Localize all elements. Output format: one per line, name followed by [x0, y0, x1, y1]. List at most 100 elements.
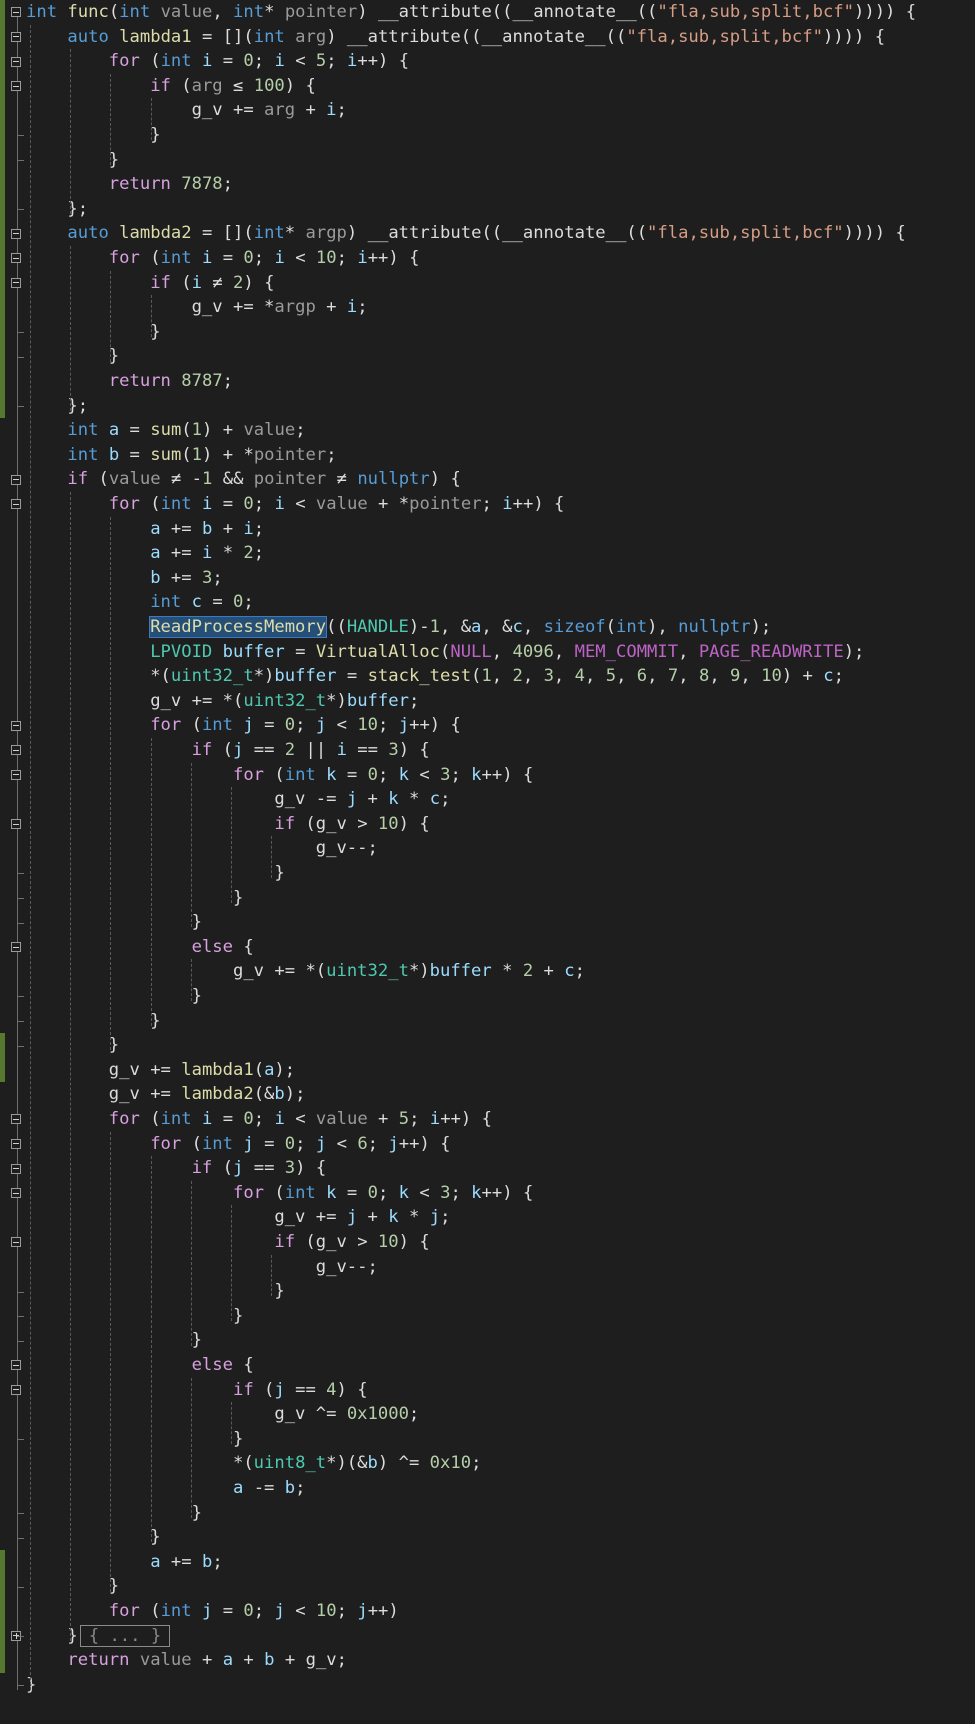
fold-block-end-tick	[17, 897, 24, 899]
code-editor[interactable]: int func(int value, int* pointer) __attr…	[0, 0, 975, 1724]
code-line[interactable]: }	[26, 344, 119, 369]
collapse-block-button[interactable]	[11, 31, 21, 42]
collapsed-block-placeholder[interactable]: { ... }	[79, 1624, 171, 1647]
code-line[interactable]: g_v ^= 0x1000;	[26, 1402, 419, 1427]
code-line[interactable]: g_v += j + k * j;	[26, 1205, 450, 1230]
code-line[interactable]: };	[26, 394, 88, 419]
code-line[interactable]: }{ ... }	[26, 1624, 171, 1649]
code-line[interactable]: }	[26, 910, 202, 935]
code-line[interactable]: a += i * 2;	[26, 541, 264, 566]
code-line[interactable]: g_v += lambda2(&b);	[26, 1082, 306, 1107]
code-line[interactable]: a -= b;	[26, 1476, 306, 1501]
code-line[interactable]: }	[26, 320, 160, 345]
code-line[interactable]: for (int i = 0; i < value + *pointer; i+…	[26, 492, 565, 517]
code-line[interactable]: a += b + i;	[26, 517, 264, 542]
code-line[interactable]: return value + a + b + g_v;	[26, 1648, 347, 1673]
code-line[interactable]: g_v += lambda1(a);	[26, 1058, 295, 1083]
code-line[interactable]: *(uint32_t*)buffer = stack_test(1, 2, 3,…	[26, 664, 844, 689]
fold-block-end-tick	[17, 873, 24, 875]
code-line[interactable]: int c = 0;	[26, 590, 254, 615]
collapse-block-button[interactable]	[11, 1360, 21, 1371]
code-line[interactable]: g_v--;	[26, 836, 378, 861]
collapse-block-button[interactable]	[11, 1384, 21, 1395]
collapse-block-button[interactable]	[11, 81, 21, 92]
code-line[interactable]: }	[26, 984, 202, 1009]
code-line[interactable]: }	[26, 1304, 243, 1329]
code-line[interactable]: g_v += *argp + i;	[26, 295, 368, 320]
code-line[interactable]: auto lambda2 = [](int* argp) __attribute…	[26, 221, 905, 246]
code-line[interactable]: if (g_v > 10) {	[26, 812, 429, 837]
code-line[interactable]: }	[26, 886, 243, 911]
code-line[interactable]: }	[26, 1009, 160, 1034]
code-line[interactable]: }	[26, 1574, 119, 1599]
fold-block-end-tick	[17, 996, 24, 998]
collapse-block-button[interactable]	[11, 720, 21, 731]
indent-guide	[190, 1180, 192, 1346]
code-line[interactable]: }	[26, 1525, 160, 1550]
collapse-block-button[interactable]	[11, 942, 21, 953]
code-line[interactable]: for (int i = 0; i < 5; i++) {	[26, 49, 409, 74]
code-line[interactable]: }	[26, 148, 119, 173]
code-line[interactable]: g_v += arg + i;	[26, 98, 347, 123]
collapse-block-button[interactable]	[11, 253, 21, 264]
code-line[interactable]: for (int j = 0; j < 10; j++)	[26, 1599, 399, 1624]
code-line[interactable]: LPVOID buffer = VirtualAlloc(NULL, 4096,…	[26, 640, 864, 665]
code-line[interactable]: a += b;	[26, 1550, 223, 1575]
code-line[interactable]: if (value ≠ -1 && pointer ≠ nullptr) {	[26, 467, 460, 492]
code-line[interactable]: }	[26, 1673, 36, 1698]
collapse-block-button[interactable]	[11, 1163, 21, 1174]
code-line[interactable]: if (j == 2 || i == 3) {	[26, 738, 430, 763]
collapse-block-button[interactable]	[11, 277, 21, 288]
fold-block-end-tick	[17, 1020, 24, 1022]
collapse-block-button[interactable]	[11, 1138, 21, 1149]
code-line[interactable]: int func(int value, int* pointer) __attr…	[26, 0, 916, 25]
code-line[interactable]: return 8787;	[26, 369, 233, 394]
code-line[interactable]: }	[26, 123, 160, 148]
collapse-block-button[interactable]	[11, 819, 21, 830]
code-line[interactable]: else {	[26, 935, 254, 960]
fold-block-end-tick	[17, 1316, 24, 1318]
highlighted-identifier[interactable]: ReadProcessMemory	[149, 616, 328, 638]
collapse-block-button[interactable]	[11, 769, 21, 780]
fold-block-end-tick	[17, 1512, 24, 1514]
collapse-block-button[interactable]	[11, 1237, 21, 1248]
code-line[interactable]: for (int j = 0; j < 10; j++) {	[26, 713, 461, 738]
code-line[interactable]: g_v -= j + k * c;	[26, 787, 450, 812]
code-line[interactable]: if (i ≠ 2) {	[26, 271, 274, 296]
code-line[interactable]: }	[26, 861, 284, 886]
indent-guide	[190, 762, 192, 928]
indent-guide	[190, 1377, 192, 1518]
fold-block-end-tick	[17, 209, 24, 211]
collapse-block-button[interactable]	[11, 474, 21, 485]
code-line[interactable]: }	[26, 1033, 119, 1058]
code-line[interactable]: b += 3;	[26, 566, 223, 591]
code-line[interactable]: for (int k = 0; k < 3; k++) {	[26, 1181, 533, 1206]
code-line[interactable]: for (int k = 0; k < 3; k++) {	[26, 763, 533, 788]
code-line[interactable]: g_v += *(uint32_t*)buffer;	[26, 689, 419, 714]
code-line[interactable]: for (int j = 0; j < 6; j++) {	[26, 1132, 450, 1157]
code-line[interactable]: }	[26, 1427, 243, 1452]
code-line[interactable]: for (int i = 0; i < value + 5; i++) {	[26, 1107, 492, 1132]
collapse-block-button[interactable]	[11, 745, 21, 756]
collapse-block-button[interactable]	[11, 56, 21, 67]
code-line[interactable]: }	[26, 1328, 202, 1353]
collapse-block-button[interactable]	[11, 1114, 21, 1125]
code-line[interactable]: int a = sum(1) + value;	[26, 418, 305, 443]
code-line[interactable]: else {	[26, 1353, 254, 1378]
code-line[interactable]: }	[26, 1279, 284, 1304]
code-line[interactable]: *(uint8_t*)(&b) ^= 0x10;	[26, 1451, 481, 1476]
code-line[interactable]: g_v--;	[26, 1255, 378, 1280]
code-line[interactable]: if (g_v > 10) {	[26, 1230, 429, 1255]
code-line[interactable]: for (int i = 0; i < 10; i++) {	[26, 246, 420, 271]
code-line[interactable]: ReadProcessMemory((HANDLE)-1, &a, &c, si…	[26, 615, 771, 640]
collapse-block-button[interactable]	[11, 7, 21, 18]
code-line[interactable]: int b = sum(1) + *pointer;	[26, 443, 336, 468]
code-line[interactable]: }	[26, 1501, 202, 1526]
collapse-block-button[interactable]	[11, 228, 21, 239]
code-line[interactable]: };	[26, 197, 88, 222]
collapse-block-button[interactable]	[11, 1188, 21, 1199]
code-line[interactable]: return 7878;	[26, 172, 233, 197]
collapse-block-button[interactable]	[11, 499, 21, 510]
code-line[interactable]: auto lambda1 = [](int arg) __attribute((…	[26, 25, 885, 50]
code-line[interactable]: if (j == 4) {	[26, 1378, 368, 1403]
